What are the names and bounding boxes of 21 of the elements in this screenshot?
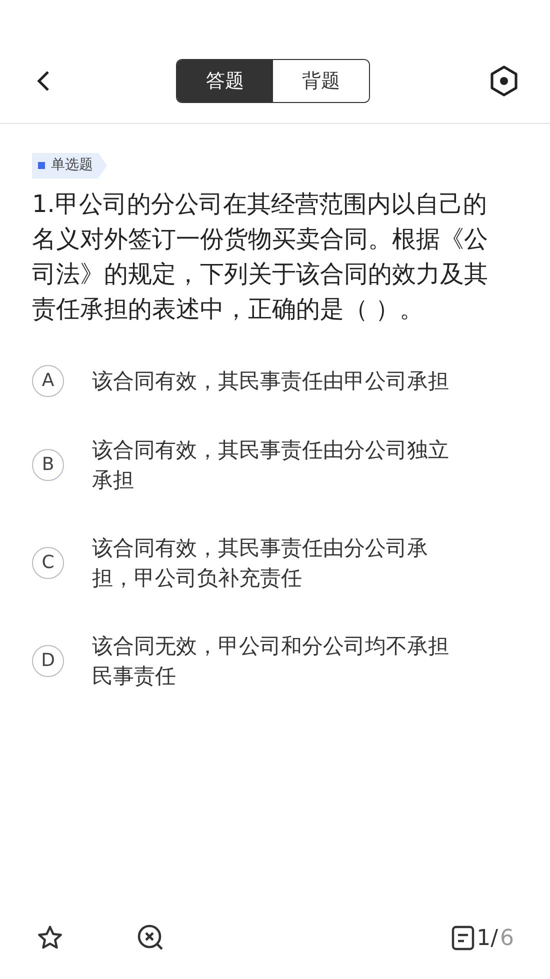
option-text: 该合同无效，甲公司和分公司均不承担民事责任	[92, 632, 450, 690]
option-letter: B	[32, 448, 64, 480]
option-letter: D	[32, 644, 64, 676]
answer-option[interactable]: A 该合同有效，其民事责任由甲公司承担	[32, 364, 518, 396]
answer-option[interactable]: D 该合同无效，甲公司和分公司均不承担民事责任	[32, 630, 518, 690]
question-text: 1.甲公司的分公司在其经营范围内以自己的名义对外签订一份货物买卖合同。根据《公司法》的规定，下列关于该合同的效力及其责任承担的表述中，正确的是（ ）。	[32, 188, 489, 324]
question-list-button[interactable]: 1/6	[450, 922, 514, 954]
option-text: 该合同有效，其民事责任由分公司承担，甲公司负补充责任	[92, 534, 429, 592]
total-number: 6	[500, 924, 514, 952]
list-icon	[450, 925, 475, 951]
settings-icon	[489, 65, 519, 97]
option-text: 该合同有效，其民事责任由分公司独立承担	[92, 436, 450, 494]
settings-button[interactable]	[488, 65, 520, 97]
option-letter: C	[32, 546, 64, 578]
option-letter: A	[32, 364, 64, 396]
answer-option[interactable]: B 该合同有效，其民事责任由分公司独立承担	[32, 434, 518, 494]
mode-tab[interactable]: 答题	[177, 60, 273, 102]
question-type-tag: 单选题	[32, 152, 107, 178]
answer-option[interactable]: C 该合同有效，其民事责任由分公司承担，甲公司负补充责任	[32, 532, 518, 592]
option-text: 该合同有效，其民事责任由甲公司承担	[92, 368, 450, 394]
current-number: 1/	[476, 924, 498, 952]
